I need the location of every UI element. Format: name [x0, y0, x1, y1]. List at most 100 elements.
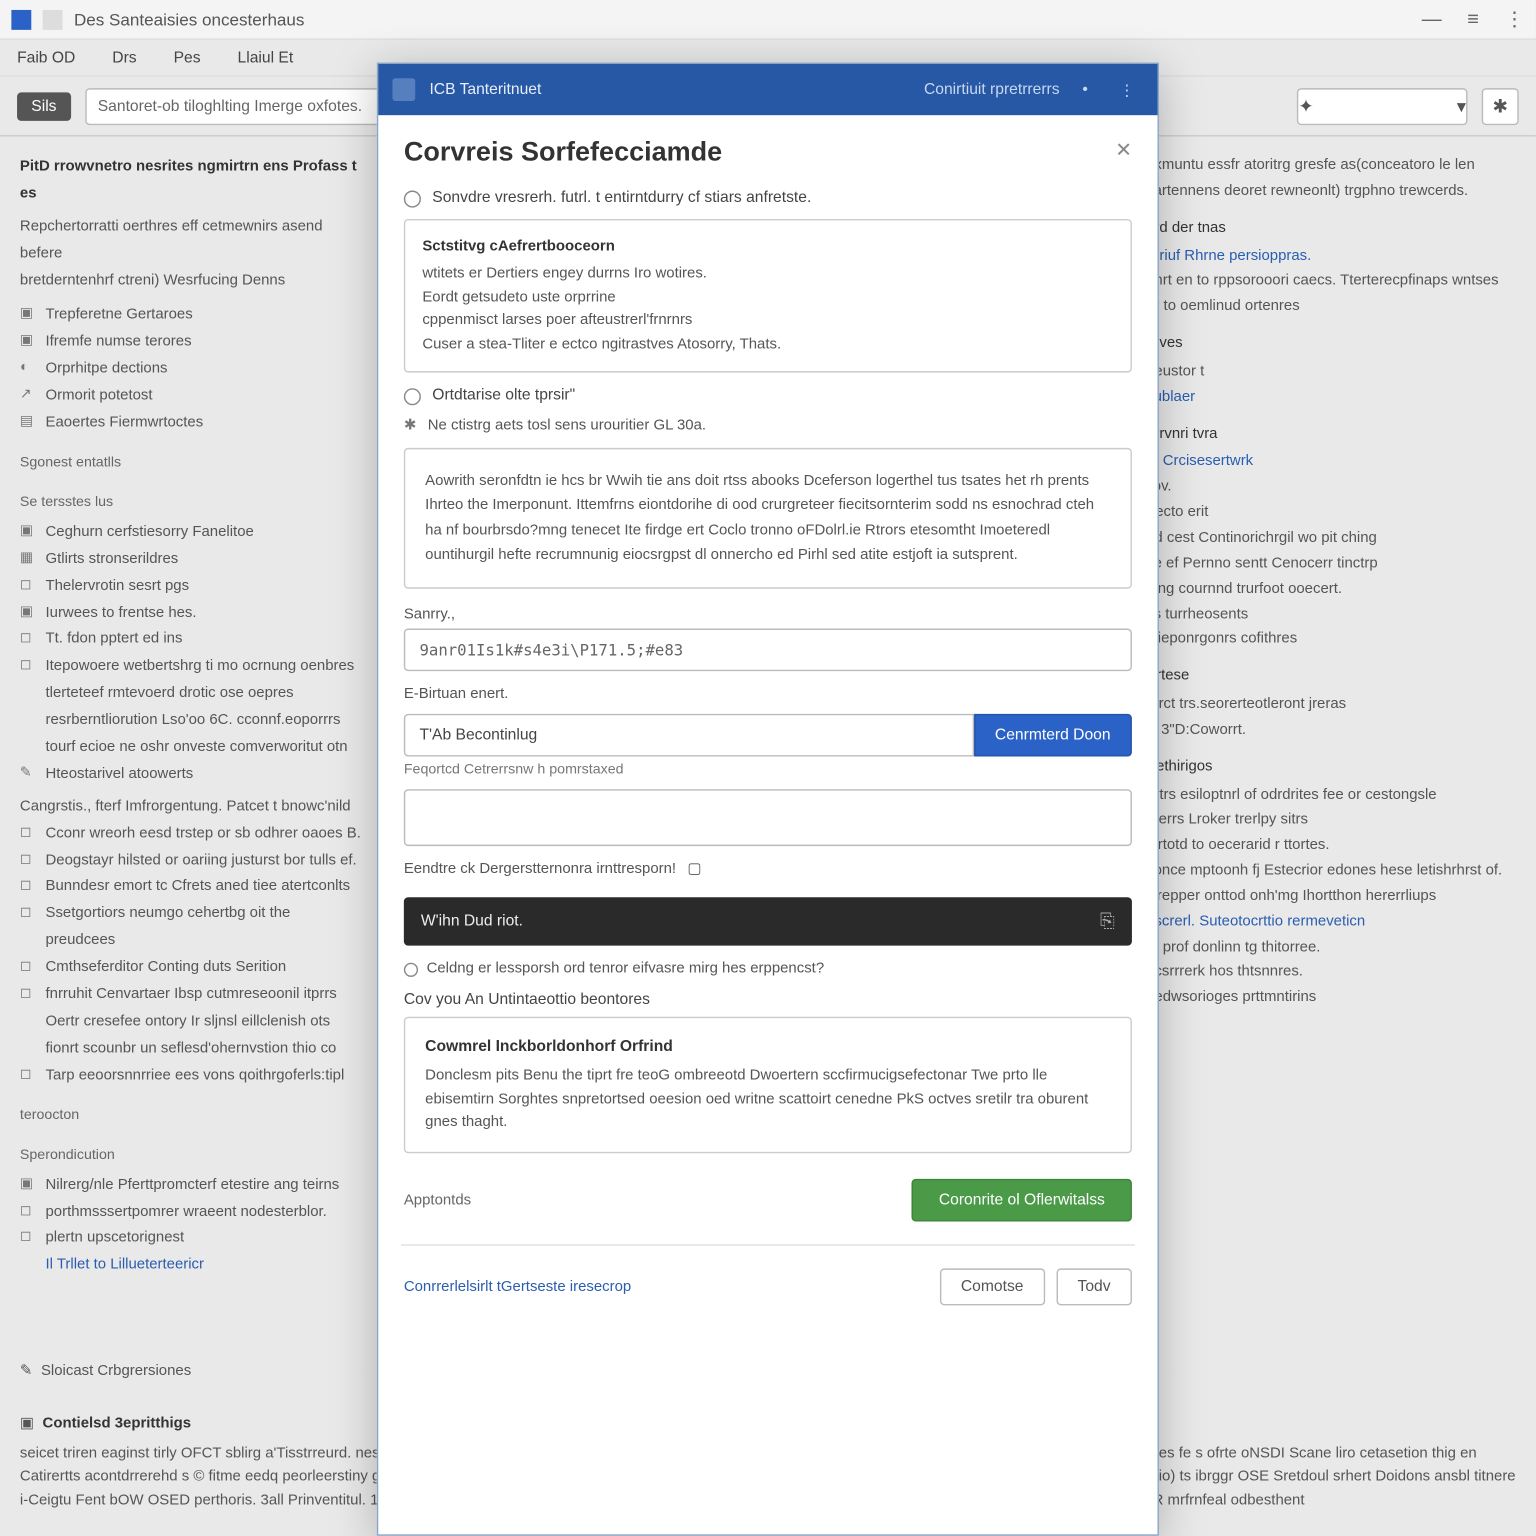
sidebar-item[interactable]: ◻Thelervrotin sesrt pgs: [20, 573, 361, 600]
window-more-icon[interactable]: ⋮: [1504, 7, 1524, 31]
checkbox-icon: ▣: [20, 1412, 34, 1436]
window-title: Des Santeaisies oncesterhaus: [74, 9, 1410, 29]
modal-header-tab[interactable]: Conirtiuit rpretrrerrs: [924, 81, 1060, 98]
close-icon[interactable]: ✕: [1115, 138, 1132, 169]
modal-header-dot-icon[interactable]: •: [1074, 81, 1097, 98]
info-row: ✱ Ne ctistrg aets tosl sens urouritier G…: [404, 417, 1132, 434]
doc-icon: ▣: [20, 302, 37, 328]
panel-text: ilov.: [1146, 475, 1516, 500]
panel-text: ghrt en to rppsorooori caecs. Tterterecp…: [1146, 269, 1516, 320]
text-input[interactable]: T'Ab Becontinlug: [404, 714, 974, 757]
toolbar-icon-button[interactable]: ✱: [1482, 87, 1519, 124]
sidebar-item[interactable]: ◻Itepowoere wetbertshrg ti mo ocrnung oe…: [20, 653, 361, 760]
sidebar-link[interactable]: Il Trllet to Lillueterteericr: [46, 1252, 362, 1279]
sidebar-section: Se tersstes lus: [20, 490, 361, 516]
menu-item[interactable]: Faib OD: [17, 49, 75, 66]
sidebar-text: Repchertorratti oerthres eff cetmewnirs …: [20, 213, 361, 267]
radio-option-1[interactable]: Sonvdre vresrerh. futrl. t entirntdurry …: [404, 189, 1132, 207]
panel-text: hedwsorioges prttmntirins: [1146, 986, 1516, 1011]
description-textarea[interactable]: Aowrith seronfdtn ie hcs br Wwih tie ans…: [404, 448, 1132, 589]
sidebar-text: bretderntenhrf ctreni) Wesrfucing Denns: [20, 267, 361, 294]
box-icon: ▣: [20, 519, 37, 545]
checkbox-icon: ◻: [20, 626, 37, 652]
sidebar-item[interactable]: ▣Trepferetne Gertaroes: [20, 302, 361, 329]
panel-link[interactable]: to Crcisesertwrk: [1146, 450, 1516, 475]
advanced-link[interactable]: Conrrerlelsirlt tGertseste iresecrop: [404, 1279, 631, 1296]
copy-icon[interactable]: ⎘: [1100, 910, 1115, 933]
primary-action-button[interactable]: Coronrite ol Oflerwitalss: [912, 1179, 1132, 1222]
menu-item[interactable]: Llaiul Et: [238, 49, 294, 66]
panel-heading: Aethirigos: [1146, 755, 1516, 780]
subsection-heading: Cov you An Untintaeottio beontores: [404, 991, 1132, 1008]
sidebar-item[interactable]: ◻Bunndesr emort tc Cfrets aned tiee ater…: [20, 874, 361, 901]
key-input[interactable]: 9anr01Is1k#s4e3i\P171.5;#e83: [404, 629, 1132, 672]
sidebar-item[interactable]: ▦Gtlirts stronserildres: [20, 546, 361, 573]
circle-icon: ◐: [20, 356, 37, 382]
panel-text: ctieponrgonrs cofithres: [1146, 628, 1516, 653]
arrow-icon: ↗: [20, 383, 37, 409]
radio-option-2[interactable]: Ortdtarise olte tprsir": [404, 387, 1132, 405]
info-card: Cowmrel Inckborldonhorf Orfrind Donclesm…: [404, 1017, 1132, 1153]
panel-heading: reves: [1146, 331, 1516, 356]
toolbar-dropdown[interactable]: ✦▾: [1297, 87, 1468, 124]
window-minimize-icon[interactable]: ―: [1422, 7, 1442, 31]
modal-title: Corvreis Sorfefecciamde ✕: [404, 138, 1132, 169]
app-icon-2: [43, 9, 63, 29]
sidebar-item[interactable]: ◻Tt. fdon pptert ed ins: [20, 626, 361, 653]
dark-status-bar[interactable]: W'ihn Dud riot. ⎘: [404, 898, 1132, 946]
sidebar-item[interactable]: Oertr cresefee ontory Ir sljnsl eillclen…: [20, 1008, 361, 1035]
window-menu-icon[interactable]: ≡: [1467, 7, 1479, 31]
checkbox-icon: ◻: [20, 847, 37, 873]
checkbox-icon: ◻: [20, 901, 37, 927]
sidebar-item[interactable]: ▣Ifremfe numse terores: [20, 329, 361, 356]
panel-text: ks turrheosents: [1146, 602, 1516, 627]
checkbox-icon: ◻: [20, 820, 37, 846]
menu-item[interactable]: Pes: [174, 49, 201, 66]
modal-header-title: ICB Tanteritnuet: [429, 81, 541, 98]
sidebar-item[interactable]: ◻porthmsssertpomrer wraeent nodesterblor…: [20, 1198, 361, 1225]
checkbox-icon: ◻: [20, 981, 37, 1007]
sidebar-item[interactable]: ◻Deogstayr hilsted or oariing justurst b…: [20, 847, 361, 874]
sidebar-item[interactable]: ◻plertn upscetorignest: [20, 1225, 361, 1252]
radio-icon: [404, 388, 421, 405]
sidebar-item[interactable]: ↗Ormorit potetost: [20, 383, 361, 410]
radio-icon: [404, 191, 421, 208]
menu-item[interactable]: Drs: [112, 49, 136, 66]
sidebar-item[interactable]: ▤Eaoertes Fiermwrtoctes: [20, 410, 361, 437]
sidebar-item[interactable]: fionrt scounbr un seflesd'ohernvstion th…: [20, 1035, 361, 1062]
sidebar-item[interactable]: ▣Nilrerg/nle Pferttpromcterf etestire an…: [20, 1171, 361, 1198]
sidebar-item[interactable]: ◻Cconr wreorh eesd trstep or sb odhrer o…: [20, 820, 361, 847]
panel-text: therrs Lroker trerlpy sitrs: [1146, 808, 1516, 833]
info-icon: ✱: [404, 417, 417, 434]
edit-icon: ✎: [20, 761, 37, 787]
panel-link[interactable]: rbriuf Rhrne persioppras.: [1146, 244, 1516, 269]
submit-button[interactable]: Cenrmterd Doon: [974, 714, 1132, 757]
toolbar-button-primary[interactable]: Sils: [17, 92, 71, 120]
question-row[interactable]: Celdng er lessporsh ord tenror eifvasre …: [404, 960, 1132, 977]
text-input-2[interactable]: [404, 790, 1132, 847]
secondary-button[interactable]: Comotse: [940, 1269, 1045, 1306]
panel-text: Fecto erit: [1146, 501, 1516, 526]
option-description-box: Sctstitvg cAefrertbooceorn wtitets er De…: [404, 219, 1132, 373]
edit-icon: ✎: [20, 1359, 33, 1383]
sidebar-item[interactable]: ◐Orprhitpe dections: [20, 356, 361, 383]
modal-header-more-icon[interactable]: ⋮: [1111, 80, 1144, 98]
panel-link[interactable]: escrerl. Suteotocrttio rermeveticn: [1146, 910, 1516, 935]
field-label: E-Birtuan enert.: [404, 686, 1132, 703]
sidebar-item[interactable]: ◻fnrruhit Cenvartaer Ibsp cutmreseoonil …: [20, 981, 361, 1008]
app-icon: [11, 9, 31, 29]
divider: [401, 1245, 1135, 1246]
sidebar-item[interactable]: ◻Ssetgortiors neumgo cehertbg oit the pr…: [20, 901, 361, 955]
sidebar-item[interactable]: ◻Cmthseferditor Conting duts Serition: [20, 954, 361, 981]
sidebar-item[interactable]: ◻Tarp eeoorsnnrriee ees vons qoithrgofer…: [20, 1062, 361, 1089]
checkbox-row[interactable]: Eendtre ck Dergerstternonra irnttresporn…: [404, 861, 1132, 878]
panel-link[interactable]: sublaer: [1146, 385, 1516, 410]
panel-text: axmuntu essfr atoritrg gresfe as(conceat…: [1146, 154, 1516, 205]
sidebar-item[interactable]: ✎Hteostarivel atoowerts: [20, 761, 361, 788]
sidebar-item[interactable]: ▣Iurwees to frentse hes.: [20, 599, 361, 626]
checkbox-icon: ◻: [20, 954, 37, 980]
panel-heading: erd der tnas: [1146, 216, 1516, 241]
checkbox-icon: ◻: [20, 573, 37, 599]
secondary-button[interactable]: Todv: [1056, 1269, 1132, 1306]
sidebar-item[interactable]: ▣Ceghurn cerfstiesorry Fanelitoe: [20, 519, 361, 546]
